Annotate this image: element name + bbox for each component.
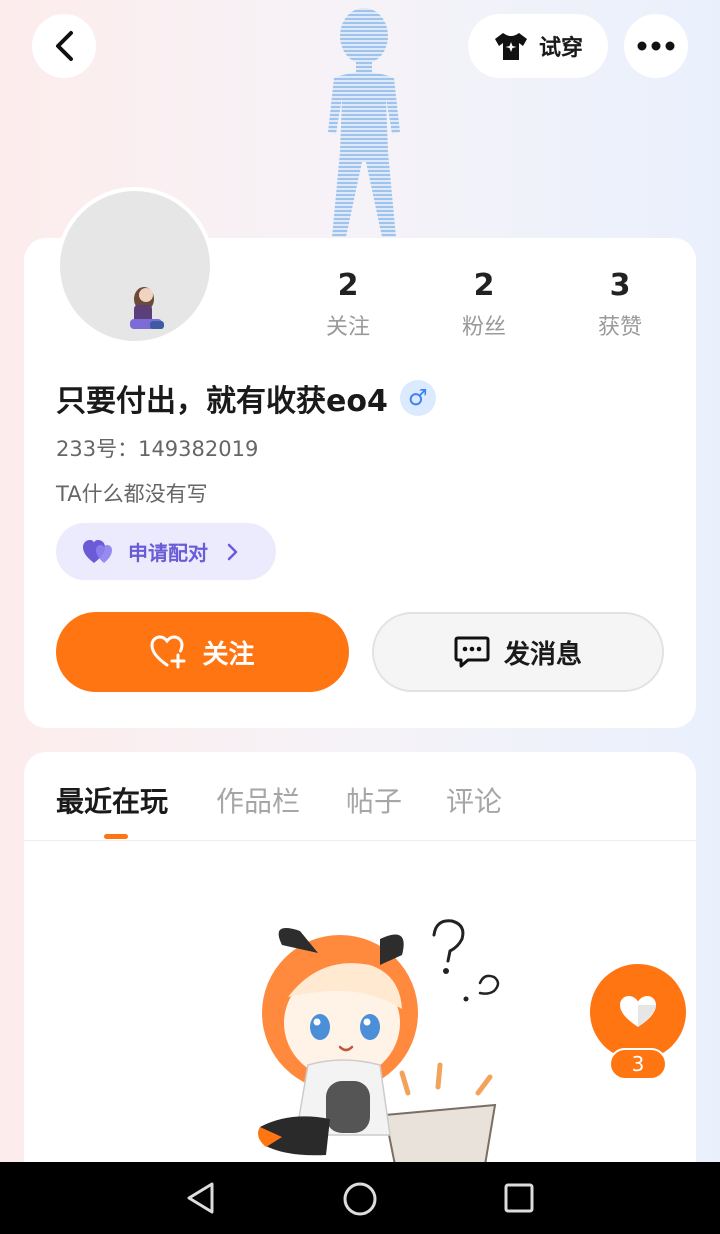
tab-posts[interactable]: 帖子 bbox=[346, 780, 402, 820]
follow-button[interactable]: 关注 bbox=[56, 612, 349, 692]
likes-received-count: 3 bbox=[609, 268, 631, 303]
like-count-badge: 3 bbox=[609, 1048, 667, 1080]
more-button[interactable] bbox=[624, 14, 688, 78]
send-message-button[interactable]: 发消息 bbox=[372, 612, 664, 692]
user-name-row: 只要付出，就有收获eo4 ♂ bbox=[56, 376, 436, 420]
stat-following[interactable]: 2 关注 bbox=[288, 268, 408, 341]
user-bio: TA什么都没有写 bbox=[56, 482, 208, 506]
active-tab-indicator bbox=[104, 834, 128, 839]
hologram-avatar-figure bbox=[328, 8, 400, 237]
tab-works[interactable]: 作品栏 bbox=[216, 780, 300, 820]
tab-comments[interactable]: 评论 bbox=[446, 780, 502, 820]
recents-square-icon[interactable] bbox=[503, 1182, 535, 1214]
more-icon bbox=[637, 41, 675, 51]
home-circle-icon[interactable] bbox=[342, 1181, 378, 1217]
back-button[interactable] bbox=[32, 14, 96, 78]
user-name: 只要付出，就有收获eo4 bbox=[56, 384, 388, 419]
stat-followers[interactable]: 2 粉丝 bbox=[424, 268, 544, 341]
avatar-character-image bbox=[130, 287, 164, 329]
chevron-right-icon bbox=[227, 543, 238, 560]
chat-bubble-icon bbox=[454, 636, 490, 668]
try-on-button[interactable]: 试穿 bbox=[468, 14, 608, 78]
followers-count: 2 bbox=[473, 268, 495, 303]
try-on-label: 试穿 bbox=[538, 36, 583, 61]
follow-label: 关注 bbox=[202, 639, 255, 670]
empty-state-mascot-illustration bbox=[258, 919, 500, 1165]
double-heart-icon bbox=[83, 539, 112, 563]
apply-pair-label: 申请配对 bbox=[128, 541, 208, 565]
apply-pair-button[interactable]: 申请配对 bbox=[56, 523, 276, 580]
back-icon bbox=[56, 31, 73, 61]
followers-label: 粉丝 bbox=[461, 315, 506, 340]
heart-plus-icon bbox=[150, 635, 186, 669]
heart-icon bbox=[620, 996, 656, 1027]
user-id: 233号：149382019 bbox=[56, 437, 259, 461]
likes-received-label: 获赞 bbox=[597, 315, 642, 340]
avatar[interactable] bbox=[56, 187, 214, 345]
system-navigation-bar bbox=[0, 1162, 720, 1234]
back-triangle-icon[interactable] bbox=[184, 1181, 218, 1215]
male-gender-icon: ♂ bbox=[399, 380, 436, 416]
tab-recently-played[interactable]: 最近在玩 bbox=[56, 780, 168, 820]
following-label: 关注 bbox=[325, 315, 370, 340]
tabs-divider bbox=[24, 840, 696, 841]
following-count: 2 bbox=[337, 268, 359, 303]
like-floating-button[interactable] bbox=[590, 964, 686, 1060]
send-message-label: 发消息 bbox=[503, 639, 582, 670]
stat-likes[interactable]: 3 获赞 bbox=[560, 268, 680, 341]
tshirt-icon bbox=[494, 33, 527, 60]
